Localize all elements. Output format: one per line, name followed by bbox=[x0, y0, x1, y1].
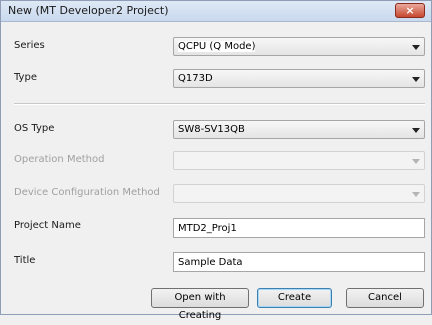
title-value: Sample Data bbox=[178, 257, 243, 268]
project-name-value: MTD2_Proj1 bbox=[178, 223, 237, 234]
type-label: Type bbox=[14, 72, 37, 83]
operation-method-select bbox=[173, 151, 425, 170]
close-button[interactable]: × bbox=[395, 3, 425, 18]
series-select[interactable]: QCPU (Q Mode) bbox=[173, 37, 425, 56]
chevron-down-icon bbox=[412, 192, 420, 197]
series-label: Series bbox=[14, 40, 45, 51]
series-value: QCPU (Q Mode) bbox=[178, 41, 256, 52]
type-select[interactable]: Q173D bbox=[173, 69, 425, 88]
title-input[interactable]: Sample Data bbox=[173, 252, 425, 272]
chevron-down-icon bbox=[412, 128, 420, 133]
type-value: Q173D bbox=[178, 73, 213, 84]
separator bbox=[14, 103, 425, 105]
project-name-label: Project Name bbox=[14, 220, 81, 231]
chevron-down-icon bbox=[412, 77, 420, 82]
device-configuration-method-select bbox=[173, 184, 425, 203]
new-project-dialog: New (MT Developer2 Project) × Series QCP… bbox=[0, 0, 432, 321]
title-label: Title bbox=[14, 255, 36, 266]
title-bar: New (MT Developer2 Project) × bbox=[1, 1, 431, 22]
open-with-creating-button[interactable]: Open with Creating bbox=[151, 288, 249, 321]
chevron-down-icon bbox=[412, 159, 420, 164]
chevron-down-icon bbox=[412, 45, 420, 50]
close-icon: × bbox=[405, 4, 415, 17]
create-button[interactable]: Create bbox=[257, 288, 332, 308]
window-title: New (MT Developer2 Project) bbox=[8, 4, 169, 17]
os-type-value: SW8-SV13QB bbox=[178, 124, 245, 135]
os-type-select[interactable]: SW8-SV13QB bbox=[173, 120, 425, 139]
operation-method-label: Operation Method bbox=[14, 154, 105, 165]
device-configuration-method-label: Device Configuration Method bbox=[14, 187, 160, 198]
os-type-label: OS Type bbox=[14, 123, 55, 134]
project-name-input[interactable]: MTD2_Proj1 bbox=[173, 218, 425, 238]
cancel-button[interactable]: Cancel bbox=[346, 288, 424, 308]
